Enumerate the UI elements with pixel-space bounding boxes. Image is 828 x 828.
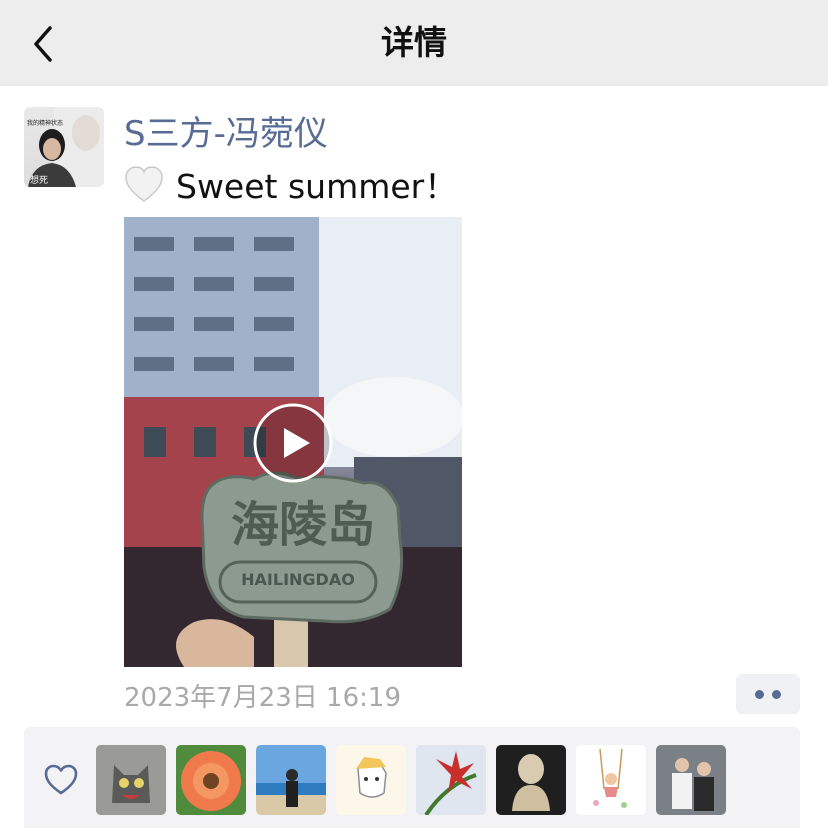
author-name[interactable]: S三方-冯菀仪 bbox=[124, 106, 328, 155]
sign-subtext: HAILINGDAO bbox=[241, 570, 355, 589]
more-button[interactable] bbox=[736, 674, 800, 714]
post-timestamp: 2023年7月23日 16:19 bbox=[124, 683, 401, 713]
swing-illustration-avatar-icon bbox=[576, 745, 646, 815]
avatar-caption-top: 我的精神状态 bbox=[27, 120, 64, 127]
orange-gerbera-flower-avatar-icon bbox=[176, 745, 246, 815]
liker-avatar-lily[interactable] bbox=[416, 745, 486, 815]
author-avatar[interactable]: 我的精神状态 想死 bbox=[24, 107, 104, 187]
avatar-caption-bottom: 想死 bbox=[30, 176, 49, 186]
more-dots-icon bbox=[755, 690, 764, 699]
liker-avatar-cartoon[interactable] bbox=[336, 745, 406, 815]
buddha-figurine-avatar-icon bbox=[496, 745, 566, 815]
liker-avatar-flower[interactable] bbox=[176, 745, 246, 815]
more-dots-icon bbox=[772, 690, 781, 699]
white-heart-emoji-icon bbox=[125, 166, 163, 202]
gray-cat-avatar-icon bbox=[96, 745, 166, 815]
couple-photo-avatar-icon bbox=[656, 745, 726, 815]
liker-avatar-swing[interactable] bbox=[576, 745, 646, 815]
play-circle-icon[interactable] bbox=[252, 402, 334, 484]
liker-avatar-beach[interactable] bbox=[256, 745, 326, 815]
nav-bar: 详情 bbox=[0, 0, 828, 86]
post-text-content: Sweet summer！ bbox=[176, 167, 458, 206]
post-text: Sweet summer！ bbox=[124, 160, 457, 208]
red-lily-flower-avatar-icon bbox=[416, 745, 486, 815]
page-title: 详情 bbox=[381, 23, 447, 62]
heart-outline-icon bbox=[44, 764, 78, 795]
beach-person-avatar-icon bbox=[256, 745, 326, 815]
liker-avatar-couple[interactable] bbox=[656, 745, 726, 815]
cartoon-character-avatar-icon bbox=[336, 745, 406, 815]
liker-avatar-buddha[interactable] bbox=[496, 745, 566, 815]
liker-avatar-cat[interactable] bbox=[96, 745, 166, 815]
sign-text: 海陵岛 bbox=[230, 497, 375, 553]
